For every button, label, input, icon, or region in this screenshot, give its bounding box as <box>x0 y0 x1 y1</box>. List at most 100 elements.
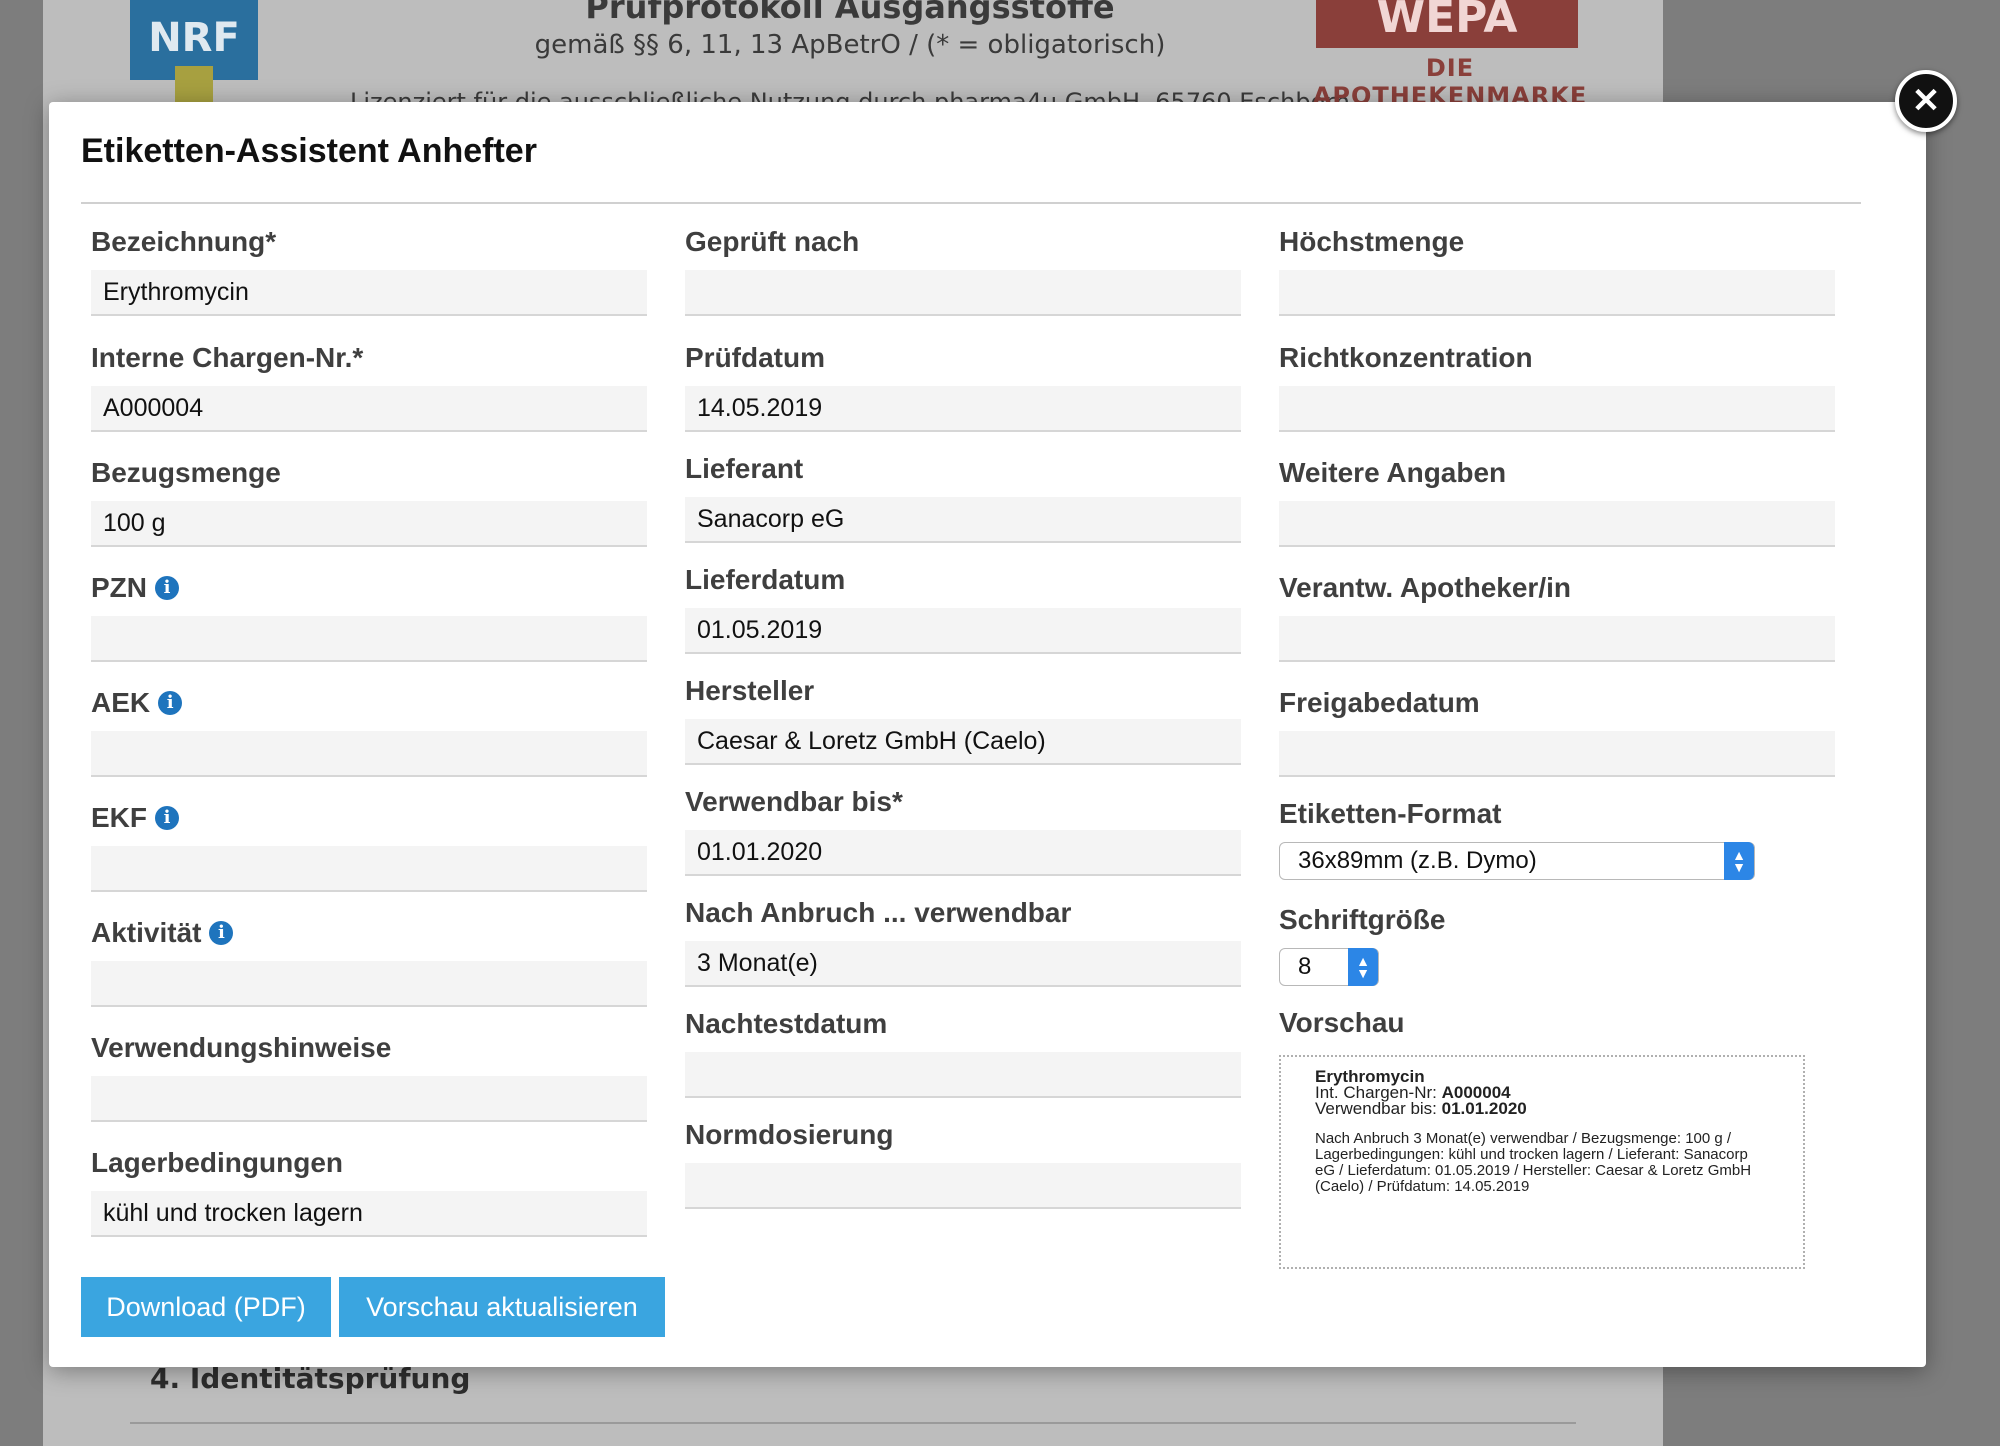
apotheker-label: Verantw. Apotheker/in <box>1279 572 1571 603</box>
schriftgroesse-label: Schriftgröße <box>1279 904 1446 935</box>
preview-details: Nach Anbruch 3 Monat(e) verwendbar / Bez… <box>1315 1130 1752 1195</box>
select-arrows-icon: ▲ ▼ <box>1348 948 1378 986</box>
freigabedatum-label: Freigabedatum <box>1279 687 1480 718</box>
nachtestdatum-label: Nachtestdatum <box>685 1008 888 1039</box>
background-subtitle: gemäß §§ 6, 11, 13 ApBetrO / (* = obliga… <box>534 30 1166 60</box>
nach-anbruch-input[interactable] <box>685 941 1241 987</box>
select-arrows-icon: ▲ ▼ <box>1724 842 1754 880</box>
etiketten-format-label: Etiketten-Format <box>1279 798 1502 829</box>
geprueft-nach-label: Geprüft nach <box>685 226 860 257</box>
field-etiketten-format: Etiketten-Format 36x89mm (z.B. Dymo) ▲ ▼ <box>1279 796 1755 880</box>
field-hoechstmenge: Höchstmenge <box>1279 224 1835 316</box>
field-pruefdatum: Prüfdatum <box>685 340 1241 432</box>
normdosierung-input[interactable] <box>685 1163 1241 1209</box>
field-nach-anbruch: Nach Anbruch ... verwendbar <box>685 895 1241 987</box>
field-pzn: PZN i <box>91 570 647 662</box>
wepa-logo: WEPA <box>1316 0 1578 48</box>
charge-input[interactable] <box>91 386 647 432</box>
verwendbar-bis-label: Verwendbar bis* <box>685 786 903 817</box>
lieferant-label: Lieferant <box>685 453 804 484</box>
schriftgroesse-select[interactable]: 8 ▲ ▼ <box>1279 948 1379 986</box>
hersteller-input[interactable] <box>685 719 1241 765</box>
etiketten-format-select[interactable]: 36x89mm (z.B. Dymo) ▲ ▼ <box>1279 842 1755 880</box>
field-charge: Interne Chargen-Nr.* <box>91 340 647 432</box>
lagerbedingungen-input[interactable] <box>91 1191 647 1237</box>
field-bezeichnung: Bezeichnung* <box>91 224 647 316</box>
info-icon[interactable]: i <box>209 921 234 945</box>
bezeichnung-label: Bezeichnung* <box>91 226 277 257</box>
verwendungshinweise-label: Verwendungshinweise <box>91 1032 392 1063</box>
field-schriftgroesse: Schriftgröße 8 ▲ ▼ <box>1279 902 1446 986</box>
schriftgroesse-value: 8 <box>1298 953 1312 980</box>
lieferant-input[interactable] <box>685 497 1241 543</box>
nach-anbruch-label: Nach Anbruch ... verwendbar <box>685 897 1072 928</box>
field-geprueft-nach: Geprüft nach <box>685 224 1241 316</box>
vorschau-label: Vorschau <box>1279 1007 1405 1038</box>
aktivitaet-label: Aktivität <box>91 917 202 948</box>
info-icon[interactable]: i <box>158 691 183 715</box>
field-apotheker: Verantw. Apotheker/in <box>1279 570 1835 662</box>
logo-accent-bar <box>175 66 213 106</box>
refresh-preview-button[interactable]: Vorschau aktualisieren <box>339 1277 665 1337</box>
geprueft-nach-input[interactable] <box>685 270 1241 316</box>
info-icon[interactable]: i <box>155 806 179 830</box>
field-freigabedatum: Freigabedatum <box>1279 685 1835 777</box>
download-pdf-button[interactable]: Download (PDF) <box>81 1277 331 1337</box>
bezeichnung-input[interactable] <box>91 270 647 316</box>
lieferdatum-label: Lieferdatum <box>685 564 846 595</box>
pruefdatum-input[interactable] <box>685 386 1241 432</box>
field-weitere-angaben: Weitere Angaben <box>1279 455 1835 547</box>
pruefdatum-label: Prüfdatum <box>685 342 825 373</box>
field-ekf: EKF i <box>91 800 647 892</box>
normdosierung-label: Normdosierung <box>685 1119 894 1150</box>
field-verwendungshinweise: Verwendungshinweise <box>91 1030 647 1122</box>
field-nachtestdatum: Nachtestdatum <box>685 1006 1241 1098</box>
lieferdatum-input[interactable] <box>685 608 1241 654</box>
field-vorschau: Vorschau Erythromycin Int. Chargen-Nr: A… <box>1279 1005 1835 1269</box>
field-verwendbar-bis: Verwendbar bis* <box>685 784 1241 876</box>
arrow-down-icon: ▼ <box>1732 859 1746 875</box>
field-hersteller: Hersteller <box>685 673 1241 765</box>
field-bezugsmenge: Bezugsmenge <box>91 455 647 547</box>
dialog-title: Etiketten-Assistent Anhefter <box>81 132 537 170</box>
freigabedatum-input[interactable] <box>1279 731 1835 777</box>
pzn-input[interactable] <box>91 616 647 662</box>
label-preview: Erythromycin Int. Chargen-Nr: A000004 Ve… <box>1279 1055 1805 1269</box>
info-icon[interactable]: i <box>155 576 179 600</box>
aktivitaet-input[interactable] <box>91 961 647 1007</box>
pzn-label: PZN <box>91 572 147 603</box>
aek-input[interactable] <box>91 731 647 777</box>
verwendungshinweise-input[interactable] <box>91 1076 647 1122</box>
close-icon[interactable]: ✕ <box>1895 70 1957 132</box>
charge-label: Interne Chargen-Nr.* <box>91 342 364 373</box>
field-aktivitaet: Aktivität i <box>91 915 647 1007</box>
title-divider <box>81 202 1861 204</box>
weitere-angaben-label: Weitere Angaben <box>1279 457 1507 488</box>
field-lieferdatum: Lieferdatum <box>685 562 1241 654</box>
ekf-label: EKF <box>91 802 147 833</box>
apotheker-input[interactable] <box>1279 616 1835 662</box>
verwendbar-bis-input[interactable] <box>685 830 1241 876</box>
richtkonzentration-label: Richtkonzentration <box>1279 342 1533 373</box>
nachtestdatum-input[interactable] <box>685 1052 1241 1098</box>
hersteller-label: Hersteller <box>685 675 815 706</box>
background-divider <box>130 1422 1576 1424</box>
field-lagerbedingungen: Lagerbedingungen <box>91 1145 647 1237</box>
aek-label: AEK <box>91 687 151 718</box>
richtkonzentration-input[interactable] <box>1279 386 1835 432</box>
bezugsmenge-label: Bezugsmenge <box>91 457 281 488</box>
preview-verwendbar: Verwendbar bis: 01.01.2020 <box>1315 1099 1527 1118</box>
bezugsmenge-input[interactable] <box>91 501 647 547</box>
arrow-down-icon: ▼ <box>1356 965 1370 981</box>
field-aek: AEK i <box>91 685 647 777</box>
ekf-input[interactable] <box>91 846 647 892</box>
field-lieferant: Lieferant <box>685 451 1241 543</box>
etiketten-format-value: 36x89mm (z.B. Dymo) <box>1298 847 1537 874</box>
label-assistant-dialog: Etiketten-Assistent Anhefter Bezeichnung… <box>49 102 1926 1367</box>
hoechstmenge-label: Höchstmenge <box>1279 226 1465 257</box>
field-richtkonzentration: Richtkonzentration <box>1279 340 1835 432</box>
lagerbedingungen-label: Lagerbedingungen <box>91 1147 343 1178</box>
weitere-angaben-input[interactable] <box>1279 501 1835 547</box>
hoechstmenge-input[interactable] <box>1279 270 1835 316</box>
field-normdosierung: Normdosierung <box>685 1117 1241 1209</box>
